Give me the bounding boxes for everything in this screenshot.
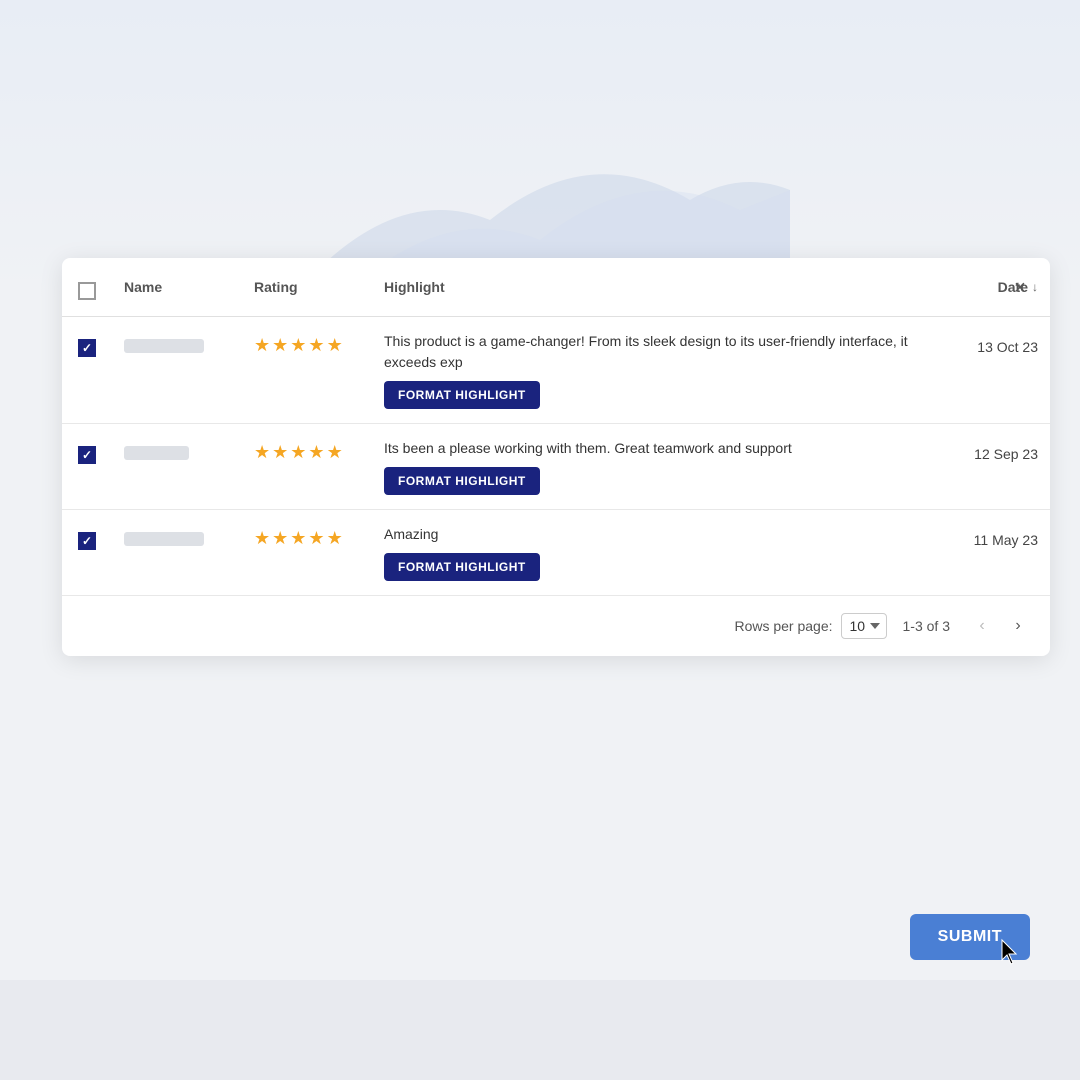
name-placeholder-0 <box>124 339 204 353</box>
bottom-bar <box>0 980 1080 1080</box>
name-placeholder-1 <box>124 446 189 460</box>
highlight-text-2: Amazing <box>384 524 928 545</box>
select-all-checkbox[interactable] <box>78 282 96 300</box>
submit-button[interactable]: SUBMIT <box>910 914 1030 960</box>
star-rating-0: ★★★★★ <box>254 331 360 356</box>
table-row: ★★★★★ This product is a game-changer! Fro… <box>62 317 1050 424</box>
pagination: Rows per page: 10 5 25 50 1-3 of 3 ‹ › <box>62 595 1050 656</box>
review-modal: × Name Rating Highlight <box>62 258 1050 656</box>
highlight-header: Highlight <box>372 258 940 317</box>
table-row: ★★★★★ Its been a please working with them… <box>62 424 1050 510</box>
date-2: 11 May 23 <box>952 524 1038 548</box>
next-page-button[interactable]: › <box>1002 610 1034 642</box>
star-rating-1: ★★★★★ <box>254 438 360 463</box>
star-rating-2: ★★★★★ <box>254 524 360 549</box>
date-1: 12 Sep 23 <box>952 438 1038 462</box>
rows-per-page-control: Rows per page: 10 5 25 50 <box>734 613 886 639</box>
date-0: 13 Oct 23 <box>952 331 1038 355</box>
row-checkbox-1[interactable] <box>78 446 96 464</box>
format-highlight-button-1[interactable]: FORMAT HIGHLIGHT <box>384 467 540 495</box>
name-header: Name <box>112 258 242 317</box>
name-placeholder-2 <box>124 532 204 546</box>
prev-page-button[interactable]: ‹ <box>966 610 998 642</box>
close-button[interactable]: × <box>1006 274 1034 302</box>
format-highlight-button-0[interactable]: FORMAT HIGHLIGHT <box>384 381 540 409</box>
rows-per-page-select[interactable]: 10 5 25 50 <box>841 613 887 639</box>
page-navigation: ‹ › <box>966 610 1034 642</box>
highlight-text-1: Its been a please working with them. Gre… <box>384 438 928 459</box>
row-checkbox-0[interactable] <box>78 339 96 357</box>
page-info: 1-3 of 3 <box>903 618 950 634</box>
rows-per-page-label: Rows per page: <box>734 618 832 634</box>
format-highlight-button-2[interactable]: FORMAT HIGHLIGHT <box>384 553 540 581</box>
table-row: ★★★★★ Amazing FORMAT HIGHLIGHT 11 May 23 <box>62 510 1050 596</box>
table-header-row: Name Rating Highlight Date ↓ <box>62 258 1050 317</box>
rating-header: Rating <box>242 258 372 317</box>
row-checkbox-2[interactable] <box>78 532 96 550</box>
background-area <box>0 0 1080 300</box>
select-all-header <box>62 258 112 317</box>
highlight-text-0: This product is a game-changer! From its… <box>384 331 928 373</box>
review-table: Name Rating Highlight Date ↓ ★★★★★ This p… <box>62 258 1050 595</box>
